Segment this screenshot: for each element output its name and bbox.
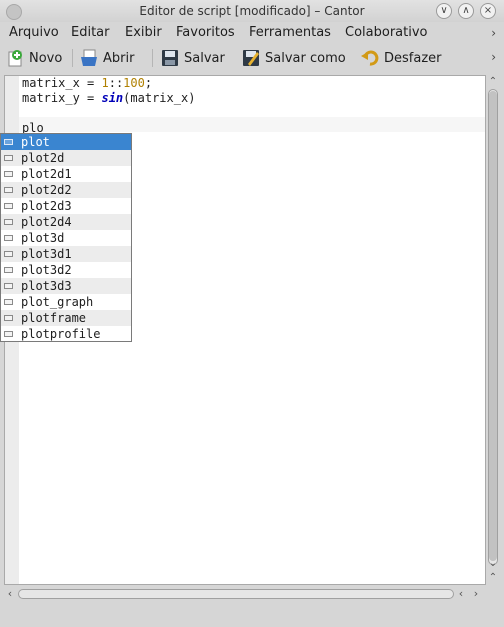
completion-item-plot2d[interactable]: plot2d <box>1 150 131 166</box>
scroll-right-icon[interactable]: › <box>470 587 482 601</box>
function-icon <box>4 187 13 193</box>
scroll-down-icon[interactable]: ⌄ <box>486 557 500 571</box>
completion-item-plot2d1[interactable]: plot2d1 <box>1 166 131 182</box>
function-icon <box>4 299 13 305</box>
maximize-button[interactable]: ∧ <box>458 3 474 19</box>
undo-icon <box>361 49 379 67</box>
horizontal-scroll-track[interactable] <box>18 589 454 599</box>
completion-item-plotframe[interactable]: plotframe <box>1 310 131 326</box>
function-icon <box>4 171 13 177</box>
toolbar-separator <box>152 49 153 67</box>
toolbar-separator <box>72 49 73 67</box>
completion-item-plot2d4[interactable]: plot2d4 <box>1 214 131 230</box>
completion-item-plot3d[interactable]: plot3d <box>1 230 131 246</box>
menu-arquivo[interactable]: Arquivo <box>9 25 59 40</box>
menu-ferramentas[interactable]: Ferramentas <box>249 25 331 40</box>
new-button[interactable]: Novo <box>6 47 62 69</box>
code-area[interactable]: matrix_x = 1::100; matrix_y = sin(matrix… <box>22 76 195 136</box>
scroll-up-icon[interactable]: ⌃ <box>486 75 500 89</box>
close-button[interactable]: × <box>480 3 496 19</box>
function-icon <box>4 235 13 241</box>
menu-favoritos[interactable]: Favoritos <box>176 25 235 40</box>
scroll-left-small-icon[interactable]: ‹ <box>455 587 467 601</box>
completion-item-plot-graph[interactable]: plot_graph <box>1 294 131 310</box>
code-line: matrix_y = sin(matrix_x) <box>22 91 196 105</box>
save-disk-icon <box>161 49 179 67</box>
save-button[interactable]: Salvar <box>161 47 225 69</box>
vertical-scroll-thumb[interactable] <box>489 91 497 561</box>
completion-item-plot3d2[interactable]: plot3d2 <box>1 262 131 278</box>
vertical-scrollbar[interactable]: ⌃ ⌄ ⌃ <box>486 75 500 585</box>
function-icon <box>4 203 13 209</box>
function-icon <box>4 283 13 289</box>
window-title: Editor de script [modificado] – Cantor <box>139 4 365 18</box>
save-as-icon <box>242 49 260 67</box>
completion-item-plot3d1[interactable]: plot3d1 <box>1 246 131 262</box>
function-icon <box>4 139 13 145</box>
toolbar-overflow-icon[interactable]: › <box>491 50 496 64</box>
toolbar: Novo Abrir Salvar Salvar como Desfazer › <box>0 44 504 72</box>
completion-item-plot3d3[interactable]: plot3d3 <box>1 278 131 294</box>
save-label: Salvar <box>184 50 225 66</box>
open-button[interactable]: Abrir <box>80 47 134 69</box>
menu-overflow-icon[interactable]: › <box>491 26 496 40</box>
function-icon <box>4 219 13 225</box>
new-label: Novo <box>29 50 63 66</box>
save-as-label: Salvar como <box>265 50 346 66</box>
new-document-icon <box>6 49 24 67</box>
title-bar: Editor de script [modificado] – Cantor ∨… <box>0 0 504 22</box>
code-line: matrix_x = 1::100; <box>22 76 153 90</box>
open-label: Abrir <box>103 50 135 66</box>
autocomplete-popup[interactable]: plot plot2d plot2d1 plot2d2 plot2d3 plot… <box>0 133 132 342</box>
function-icon <box>4 331 13 337</box>
function-icon <box>4 315 13 321</box>
menu-editar[interactable]: Editar <box>71 25 110 40</box>
menu-bar: Arquivo Editar Exibir Favoritos Ferramen… <box>0 22 504 44</box>
function-icon <box>4 155 13 161</box>
completion-item-plot[interactable]: plot <box>1 134 131 150</box>
undo-button[interactable]: Desfazer <box>361 47 442 69</box>
horizontal-scrollbar[interactable]: ‹ ‹ › <box>4 587 486 601</box>
completion-item-plot2d3[interactable]: plot2d3 <box>1 198 131 214</box>
minimize-button[interactable]: ∨ <box>436 3 452 19</box>
scroll-up-small-icon[interactable]: ⌃ <box>486 571 500 585</box>
undo-label: Desfazer <box>384 50 442 66</box>
completion-item-plotprofile[interactable]: plotprofile <box>1 326 131 342</box>
save-as-button[interactable]: Salvar como <box>242 47 346 69</box>
app-icon[interactable] <box>6 4 22 20</box>
menu-exibir[interactable]: Exibir <box>125 25 162 40</box>
open-document-icon <box>80 49 98 67</box>
completion-item-plot2d2[interactable]: plot2d2 <box>1 182 131 198</box>
function-icon <box>4 267 13 273</box>
function-icon <box>4 251 13 257</box>
scroll-left-icon[interactable]: ‹ <box>4 587 16 601</box>
menu-colaborativo[interactable]: Colaborativo <box>345 25 427 40</box>
